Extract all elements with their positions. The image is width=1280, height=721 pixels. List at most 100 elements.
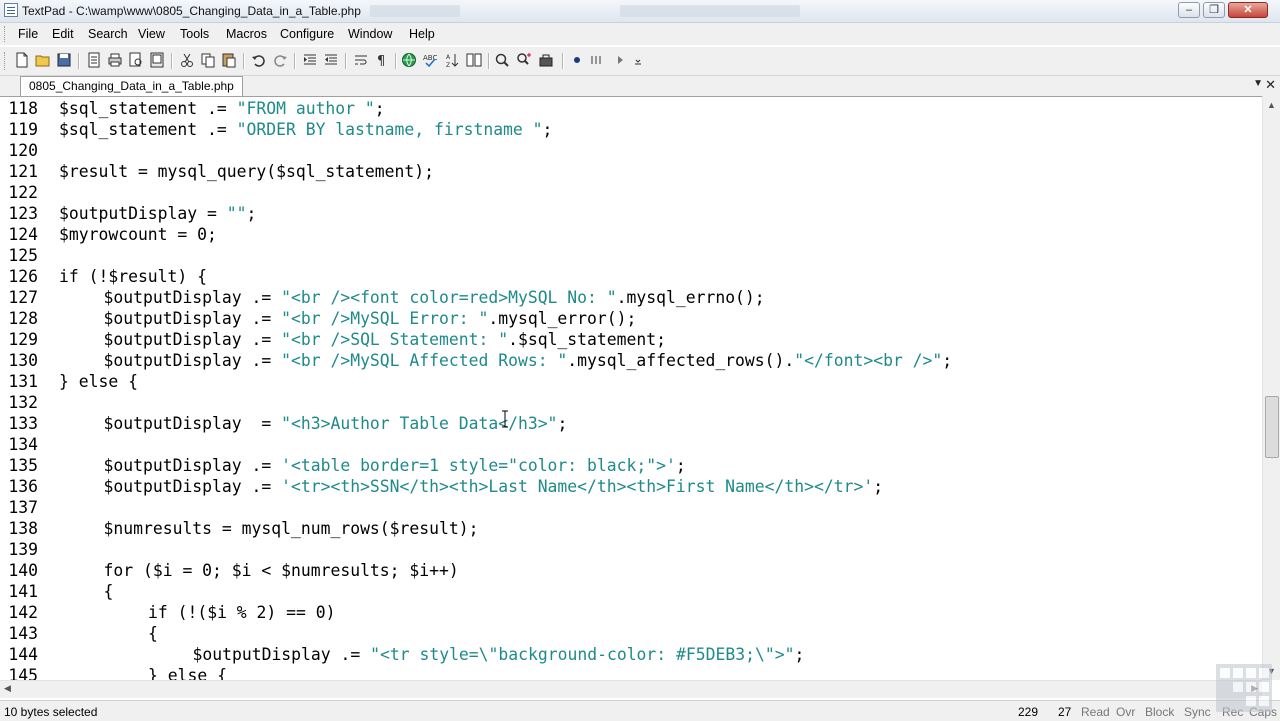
string-literal: '<tr><th>SSN</th><th>Last Name</th><th>F… <box>281 477 874 496</box>
play-macro-icon[interactable] <box>612 52 628 68</box>
scroll-up-icon[interactable]: ▲ <box>1267 100 1276 110</box>
menu-window[interactable]: Window <box>348 27 392 41</box>
record-macro-icon[interactable] <box>569 52 585 68</box>
code-token: ; <box>675 456 686 475</box>
code-token: ; <box>873 477 884 496</box>
code-token: $myrowcount = 0; <box>59 225 217 244</box>
code-line[interactable]: 119 $sql_statement .= "ORDER BY lastname,… <box>0 119 552 140</box>
code-line[interactable]: 120 <box>0 140 59 161</box>
code-token: $outputDisplay .= <box>103 288 282 307</box>
paste-icon[interactable] <box>221 52 237 68</box>
save-icon[interactable] <box>56 52 72 68</box>
redo-icon[interactable] <box>272 52 288 68</box>
page-setup-icon[interactable] <box>149 52 165 68</box>
document-tab[interactable]: 0805_Changing_Data_in_a_Table.php <box>20 76 243 96</box>
horizontal-scrollbar[interactable]: ◀ ▶ <box>0 680 1262 698</box>
code-line[interactable]: 134 <box>0 434 59 455</box>
vertical-scroll-thumb[interactable] <box>1265 396 1279 458</box>
code-line[interactable]: 129 $outputDisplay .= "<br />SQL Statemen… <box>0 329 666 350</box>
toolbar-overflow-icon[interactable] <box>630 52 646 68</box>
textpad-app-icon[interactable] <box>4 3 18 17</box>
code-line[interactable]: 133 $outputDisplay = "<h3>Author Table Da… <box>0 413 567 434</box>
outdent-icon[interactable] <box>323 52 339 68</box>
compare-icon[interactable] <box>466 52 482 68</box>
code-line[interactable]: 132 <box>0 392 59 413</box>
code-line[interactable]: 136 $outputDisplay .= '<tr><th>SSN</th><t… <box>0 476 883 497</box>
find-replace-icon[interactable] <box>516 52 532 68</box>
code-line[interactable]: 139 <box>0 539 59 560</box>
code-line[interactable]: 141 { <box>0 581 113 602</box>
code-line[interactable]: 142 if (!($i % 2) == 0) <box>0 602 335 623</box>
menu-configure[interactable]: Configure <box>280 27 334 41</box>
undo-icon[interactable] <box>251 52 267 68</box>
menu-macros[interactable]: Macros <box>226 27 267 41</box>
code-line[interactable]: 144 $outputDisplay .= "<tr style=\"backgr… <box>0 644 804 665</box>
code-line[interactable]: 122 <box>0 182 59 203</box>
status-message: 10 bytes selected <box>4 705 98 719</box>
code-line[interactable]: 121 $result = mysql_query($sql_statement)… <box>0 161 434 182</box>
cut-icon[interactable] <box>179 52 195 68</box>
code-line[interactable]: 124 $myrowcount = 0; <box>0 224 217 245</box>
close-document-icon[interactable]: ✕ <box>1265 77 1276 93</box>
code-line[interactable]: 123 $outputDisplay = ""; <box>0 203 256 224</box>
code-line[interactable]: 145} else { <box>0 665 227 681</box>
indent-icon[interactable] <box>302 52 318 68</box>
code-text: $outputDisplay .= "<tr style=\"backgroun… <box>193 645 805 664</box>
code-line[interactable]: 130 $outputDisplay .= "<br />MySQL Affect… <box>0 350 952 371</box>
line-number: 144 <box>8 645 38 664</box>
copy-icon[interactable] <box>200 52 216 68</box>
code-line[interactable]: 137 <box>0 497 59 518</box>
spell-check-icon[interactable]: ABC <box>422 52 438 68</box>
string-literal: "ORDER BY lastname, firstname " <box>236 120 543 139</box>
code-token: $outputDisplay .= <box>103 456 282 475</box>
line-number: 136 <box>8 477 38 496</box>
scroll-left-icon[interactable]: ◀ <box>4 683 11 694</box>
menu-tools[interactable]: Tools <box>180 27 209 41</box>
code-line[interactable]: 126 if (!$result) { <box>0 266 207 287</box>
menu-view[interactable]: View <box>138 27 165 41</box>
svg-text:A: A <box>446 54 451 61</box>
menu-edit[interactable]: Edit <box>52 27 74 41</box>
open-folder-icon[interactable] <box>35 52 51 68</box>
code-line[interactable]: 128 $outputDisplay .= "<br />MySQL Error:… <box>0 308 636 329</box>
code-line[interactable]: 118 $sql_statement .= "FROM author "; <box>0 98 384 119</box>
code-line[interactable]: 127 $outputDisplay .= "<br /><font color=… <box>0 287 765 308</box>
web-icon[interactable] <box>401 52 417 68</box>
line-number: 120 <box>8 141 38 160</box>
restore-button[interactable]: ❐ <box>1203 2 1225 18</box>
code-token: .mysql_errno(); <box>616 288 765 307</box>
code-token: } else { <box>59 372 138 391</box>
new-file-icon[interactable] <box>14 52 30 68</box>
pause-macro-icon[interactable] <box>588 52 604 68</box>
find-icon[interactable] <box>494 52 510 68</box>
menu-file[interactable]: File <box>18 27 38 41</box>
code-editor[interactable]: 118 $sql_statement .= "FROM author "; 119 $… <box>0 96 1262 681</box>
sort-icon[interactable]: AZ <box>444 52 460 68</box>
print-preview-icon[interactable] <box>128 52 144 68</box>
code-text: { <box>148 624 158 643</box>
tab-list-dropdown-icon[interactable]: ▼ <box>1253 78 1263 89</box>
line-number: 118 <box>8 99 38 118</box>
code-token: ; <box>794 645 805 664</box>
code-line[interactable]: 125 <box>0 245 59 266</box>
code-line[interactable]: 138 $numresults = mysql_num_rows($result)… <box>0 518 478 539</box>
code-token: .mysql_affected_rows(). <box>567 351 795 370</box>
save-all-icon[interactable] <box>86 52 102 68</box>
code-line[interactable]: 140 for ($i = 0; $i < $numresults; $i++) <box>0 560 458 581</box>
code-line[interactable]: 135 $outputDisplay .= '<table border=1 st… <box>0 455 686 476</box>
string-literal: "<br /><font color=red>MySQL No: " <box>281 288 617 307</box>
code-line[interactable]: 131 } else { <box>0 371 138 392</box>
code-text: $outputDisplay .= "<br />SQL Statement: … <box>104 330 666 349</box>
tools-icon[interactable] <box>538 52 554 68</box>
menu-help[interactable]: Help <box>409 27 435 41</box>
line-number: 131 <box>8 372 38 391</box>
code-line[interactable]: 143 { <box>0 623 158 644</box>
vertical-scrollbar[interactable]: ▲ ▼ <box>1262 96 1280 680</box>
menu-search[interactable]: Search <box>88 27 128 41</box>
close-button[interactable]: ✕ <box>1228 2 1268 18</box>
pilcrow-icon[interactable]: ¶ <box>374 52 390 68</box>
line-number: 125 <box>8 246 38 265</box>
word-wrap-icon[interactable] <box>353 52 369 68</box>
print-icon[interactable] <box>107 52 123 68</box>
minimize-button[interactable]: – <box>1178 2 1200 18</box>
